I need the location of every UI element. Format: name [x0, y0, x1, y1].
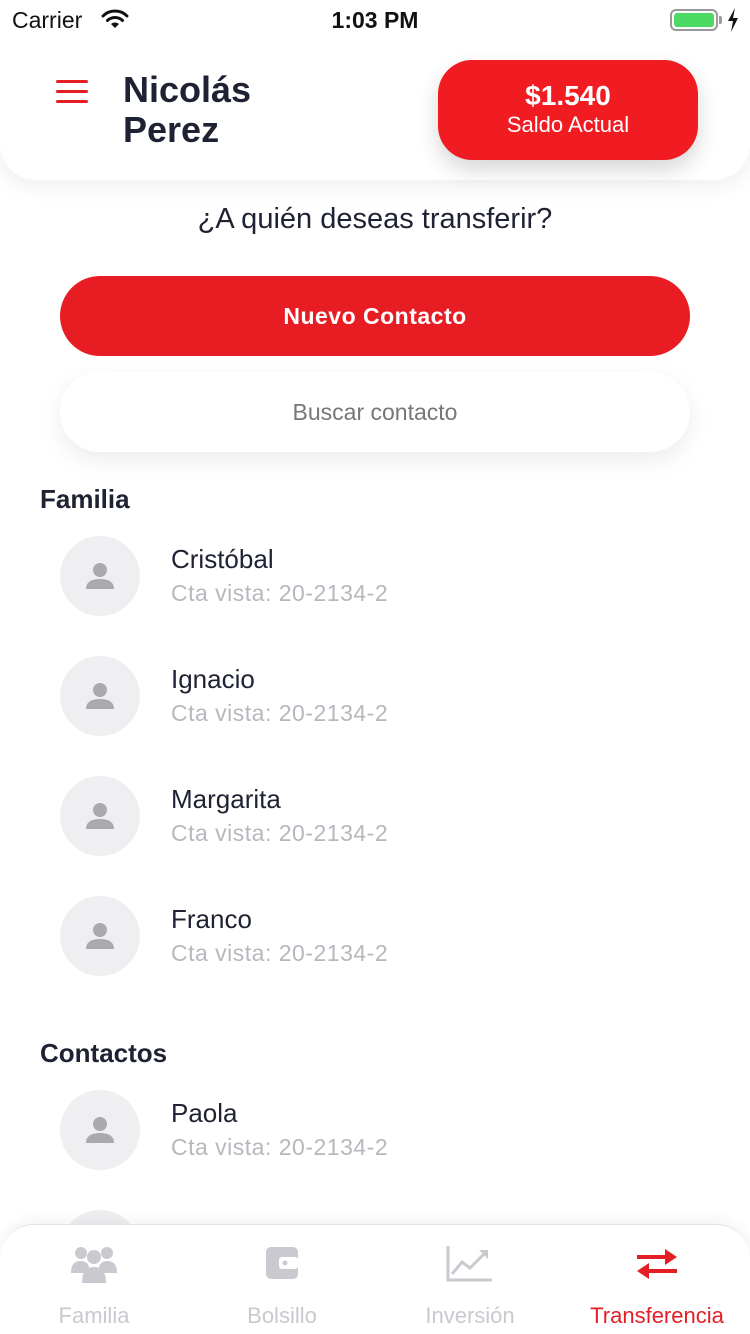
family-icon — [0, 1241, 188, 1285]
status-bar: Carrier 1:03 PM — [0, 0, 750, 40]
new-contact-button[interactable]: Nuevo Contacto — [60, 276, 690, 356]
balance-amount: $1.540 — [525, 80, 611, 111]
transfer-icon — [564, 1241, 750, 1285]
person-icon — [86, 683, 114, 709]
charging-icon — [726, 8, 740, 37]
avatar — [60, 536, 140, 616]
tab-bolsillo[interactable]: Bolsillo — [188, 1225, 376, 1334]
contact-account: Cta vista: 20-2134-2 — [171, 1134, 389, 1160]
contact-name: Paola — [171, 1098, 238, 1128]
contact-item[interactable]: Franco Cta vista: 20-2134-2 — [60, 896, 690, 978]
tab-label: Inversión — [425, 1303, 515, 1328]
contact-item[interactable]: Ignacio Cta vista: 20-2134-2 — [60, 656, 690, 738]
contact-item[interactable]: Margarita Cta vista: 20-2134-2 — [60, 776, 690, 858]
avatar — [60, 896, 140, 976]
section-title-familia: Familia — [40, 484, 130, 514]
contact-account: Cta vista: 20-2134-2 — [171, 700, 389, 726]
balance-button[interactable]: $1.540 Saldo Actual — [438, 60, 698, 160]
contact-name: Cristóbal — [171, 544, 274, 574]
tab-transferencia[interactable]: Transferencia — [564, 1225, 750, 1334]
tab-inversion[interactable]: Inversión — [376, 1225, 564, 1334]
contact-item[interactable]: Paola Cta vista: 20-2134-2 — [60, 1090, 690, 1172]
contact-account: Cta vista: 20-2134-2 — [171, 940, 389, 966]
battery-icon — [670, 9, 718, 31]
tab-familia[interactable]: Familia — [0, 1225, 188, 1334]
avatar — [60, 656, 140, 736]
section-title-contactos: Contactos — [40, 1038, 168, 1068]
person-icon — [86, 803, 114, 829]
contact-account: Cta vista: 20-2134-2 — [171, 580, 389, 606]
avatar — [60, 1090, 140, 1170]
avatar — [60, 776, 140, 856]
tab-bar: Familia Bolsillo Inversión Transferencia — [0, 1224, 750, 1334]
chart-icon — [376, 1241, 564, 1285]
search-container — [60, 372, 690, 452]
balance-label: Saldo Actual — [506, 112, 630, 137]
page-title: ¿A quién deseas transferir? — [197, 203, 553, 235]
contact-name: Franco — [171, 904, 252, 934]
contact-account: Cta vista: 20-2134-2 — [171, 820, 389, 846]
person-icon — [86, 563, 114, 589]
user-name: Nicolás Perez — [123, 69, 252, 150]
tab-label: Bolsillo — [247, 1303, 317, 1328]
tab-label: Transferencia — [590, 1303, 724, 1328]
contact-item[interactable]: Cristóbal Cta vista: 20-2134-2 — [60, 536, 690, 618]
contact-name: Margarita — [171, 784, 281, 814]
person-icon — [86, 1117, 114, 1143]
search-input[interactable] — [60, 372, 690, 452]
tab-label: Familia — [58, 1303, 130, 1328]
battery-tip — [719, 16, 722, 24]
contact-name: Ignacio — [171, 664, 255, 694]
person-icon — [86, 923, 114, 949]
wallet-icon — [188, 1241, 376, 1285]
clock: 1:03 PM — [331, 7, 419, 33]
hamburger-menu-icon[interactable] — [56, 80, 88, 104]
